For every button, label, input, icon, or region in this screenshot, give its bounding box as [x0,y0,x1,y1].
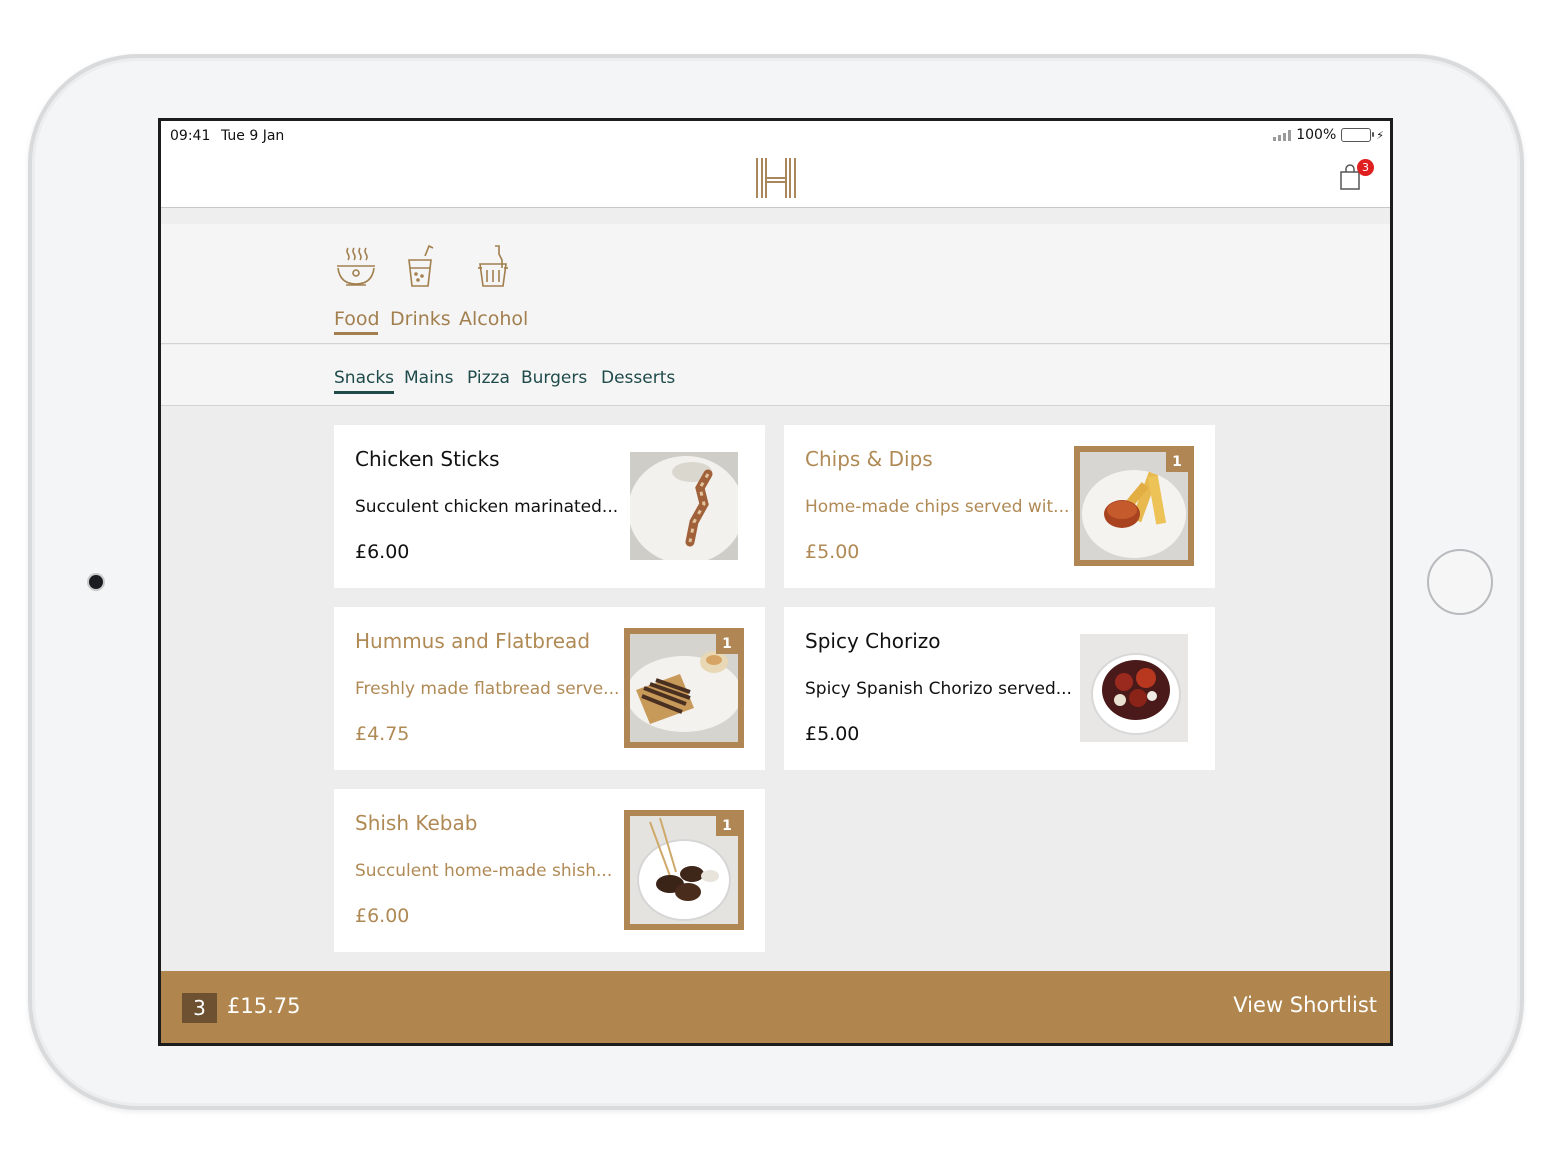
menu-item-card[interactable]: Spicy Chorizo Spicy Spanish Chorizo serv… [784,607,1215,770]
item-title: Hummus and Flatbread [355,629,591,653]
status-bar: 09:41 Tue 9 Jan 100% ⚡ [161,121,1390,151]
item-quantity-badge: 1 [1166,452,1188,472]
item-quantity-badge: 1 [716,816,738,836]
item-title: Chips & Dips [805,447,933,471]
view-shortlist-button[interactable]: View Shortlist [1233,993,1377,1017]
item-price: £6.00 [355,905,410,927]
category-food[interactable]: Food [334,244,380,335]
ice-bucket-icon [478,245,508,287]
item-price: £6.00 [355,541,410,563]
item-photo-hummus-and-flatbread: 1 [624,628,744,748]
item-photo-chips-and-dips: 1 [1074,446,1194,566]
nav-bar: 3 [161,151,1390,208]
battery-icon [1341,128,1375,142]
item-photo-chicken-sticks [630,452,738,560]
item-price: £5.00 [805,723,860,745]
menu-item-card[interactable]: Hummus and Flatbread Freshly made flatbr… [334,607,765,770]
drink-cup-icon [408,244,434,287]
menu-item-card[interactable]: Chips & Dips Home-made chips served wit.… [784,425,1215,588]
item-title: Spicy Chorizo [805,629,941,653]
subcategory-bar: Snacks Mains Pizza Burgers Desserts [161,345,1390,406]
item-description: Freshly made flatbread serve... [355,679,620,699]
menu-item-card[interactable]: Chicken Sticks Succulent chicken marinat… [334,425,765,588]
tab-snacks[interactable]: Snacks [334,368,395,394]
item-description: Succulent home-made shish... [355,861,613,881]
battery-percent: 100% [1296,127,1337,143]
category-drinks[interactable]: Drinks [390,244,451,330]
shortlist-total: £15.75 [227,994,301,1018]
item-photo-shish-kebab: 1 [624,810,744,930]
signal-icon [1273,129,1292,141]
screen: 09:41 Tue 9 Jan 100% ⚡ 3 Food Drinks Alc… [158,118,1393,1046]
cart-count-badge: 3 [1357,159,1374,176]
soup-bowl-icon [337,247,375,286]
item-photo-spicy-chorizo [1080,634,1188,742]
status-date: Tue 9 Jan [221,128,285,144]
item-price: £5.00 [805,541,860,563]
category-bar: Food Drinks Alcohol [161,224,1390,344]
shortlist-footer-bar[interactable]: 3 £15.75 View Shortlist [161,971,1390,1043]
menu-item-card[interactable]: Shish Kebab Succulent home-made shish...… [334,789,765,952]
item-title: Shish Kebab [355,811,478,835]
header-divider-band [161,209,1390,224]
item-description: Succulent chicken marinated... [355,497,619,517]
tab-pizza[interactable]: Pizza [467,368,510,388]
item-price: £4.75 [355,723,410,745]
item-description: Spicy Spanish Chorizo served... [805,679,1072,699]
category-label-alcohol: Alcohol [459,308,529,330]
tab-burgers[interactable]: Burgers [521,368,587,388]
home-button[interactable] [1427,549,1493,615]
tab-desserts[interactable]: Desserts [601,368,675,388]
category-label-drinks: Drinks [390,308,451,330]
charging-icon: ⚡ [1376,128,1384,142]
item-description: Home-made chips served wit... [805,497,1070,517]
category-alcohol[interactable]: Alcohol [459,244,529,330]
status-time: 09:41 [170,128,211,144]
category-label-food: Food [334,308,380,335]
front-camera [89,575,103,589]
item-title: Chicken Sticks [355,447,500,471]
tab-mains[interactable]: Mains [404,368,453,388]
item-quantity-badge: 1 [716,634,738,654]
shortlist-count: 3 [182,993,217,1023]
hotel-h-logo[interactable] [754,156,798,200]
status-indicators: 100% ⚡ [1273,127,1384,143]
